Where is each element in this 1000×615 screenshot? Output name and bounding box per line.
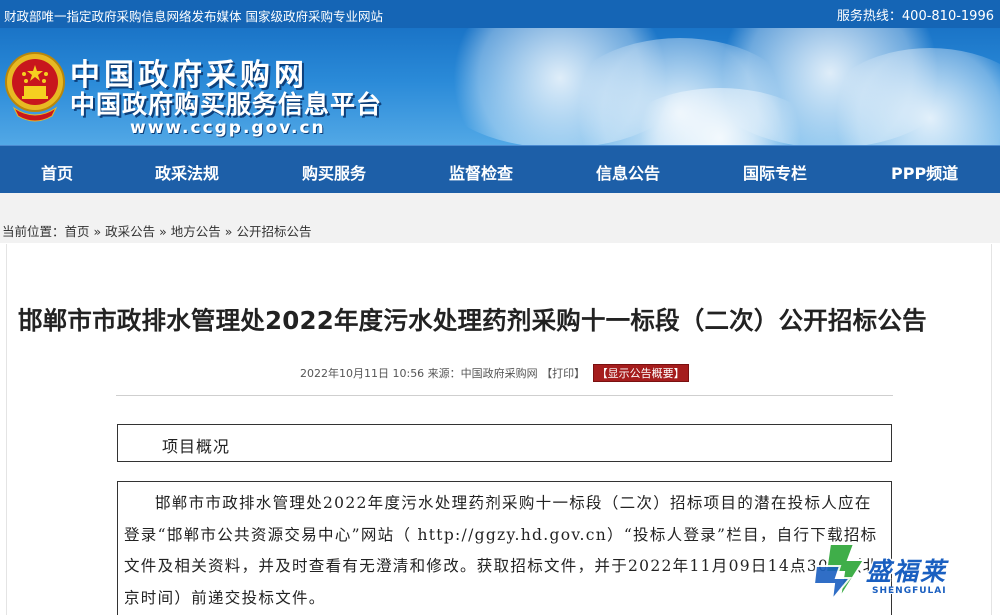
watermark-brand-en: SHENGFULAI <box>872 586 947 596</box>
site-subtitle: 中国政府购买服务信息平台 <box>70 90 383 119</box>
site-url: www.ccgp.gov.cn <box>130 118 326 138</box>
nav-item-international[interactable]: 国际专栏 <box>743 160 807 184</box>
breadcrumb-local-announcements[interactable]: 地方公告 <box>171 224 221 239</box>
nav-item-ppp[interactable]: PPP频道 <box>891 160 958 184</box>
breadcrumb-separator: » <box>93 224 102 239</box>
site-slogan: 财政部唯一指定政府采购信息网络发布媒体 国家级政府采购专业网站 <box>4 9 383 24</box>
article-meta: 2022年10月11日 10:56 来源：中国政府采购网 【打印】 【显示公告概… <box>300 364 689 382</box>
breadcrumb-open-tender[interactable]: 公开招标公告 <box>236 224 311 239</box>
main-nav: 首页 政采法规 购买服务 监督检查 信息公告 国际专栏 PPP频道 <box>0 145 1000 193</box>
nav-item-supervision[interactable]: 监督检查 <box>449 160 513 184</box>
nav-item-announcements[interactable]: 信息公告 <box>596 160 660 184</box>
nav-item-purchase-services[interactable]: 购买服务 <box>302 160 366 184</box>
nav-item-home[interactable]: 首页 <box>41 160 73 184</box>
national-emblem-icon <box>5 52 65 122</box>
service-hotline: 服务热线：400-810-1996 <box>836 9 994 24</box>
project-overview-heading-box: 项目概况 <box>117 424 892 462</box>
breadcrumb-prefix: 当前位置： <box>2 224 65 239</box>
watermark-logo: 盛福莱 SHENGFULAI <box>808 538 998 608</box>
article-date-source: 2022年10月11日 10:56 来源：中国政府采购网 <box>300 367 538 380</box>
article-body-paragraph: 邯郸市市政排水管理处2022年度污水处理药剂采购十一标段（二次）招标项目的潜在投… <box>124 494 880 607</box>
article-title: 邯郸市市政排水管理处2022年度污水处理药剂采购十一标段（二次）公开招标公告 <box>18 306 927 335</box>
watermark-brand: 盛福莱 <box>866 557 948 586</box>
breadcrumb-procurement-announcements[interactable]: 政采公告 <box>105 224 155 239</box>
show-summary-button[interactable]: 【显示公告概要】 <box>592 364 689 382</box>
site-banner: 中国政府采购网 中国政府购买服务信息平台 www.ccgp.gov.cn <box>0 28 1000 145</box>
section-heading: 项目概况 <box>162 437 231 456</box>
title-divider <box>116 395 893 396</box>
breadcrumb-separator: » <box>159 224 167 239</box>
nav-item-regulations[interactable]: 政采法规 <box>155 160 219 184</box>
watermark-emblem-icon <box>812 543 866 604</box>
breadcrumb-home[interactable]: 首页 <box>65 224 90 239</box>
breadcrumb-separator: » <box>224 224 233 239</box>
breadcrumb: 当前位置：首页 » 政采公告 » 地方公告 » 公开招标公告 <box>2 221 311 240</box>
top-info-bar: 财政部唯一指定政府采购信息网络发布媒体 国家级政府采购专业网站 服务热线：400… <box>0 0 1000 28</box>
print-link[interactable]: 【打印】 <box>541 367 585 380</box>
project-overview-body-box: 邯郸市市政排水管理处2022年度污水处理药剂采购十一标段（二次）招标项目的潜在投… <box>117 481 892 615</box>
